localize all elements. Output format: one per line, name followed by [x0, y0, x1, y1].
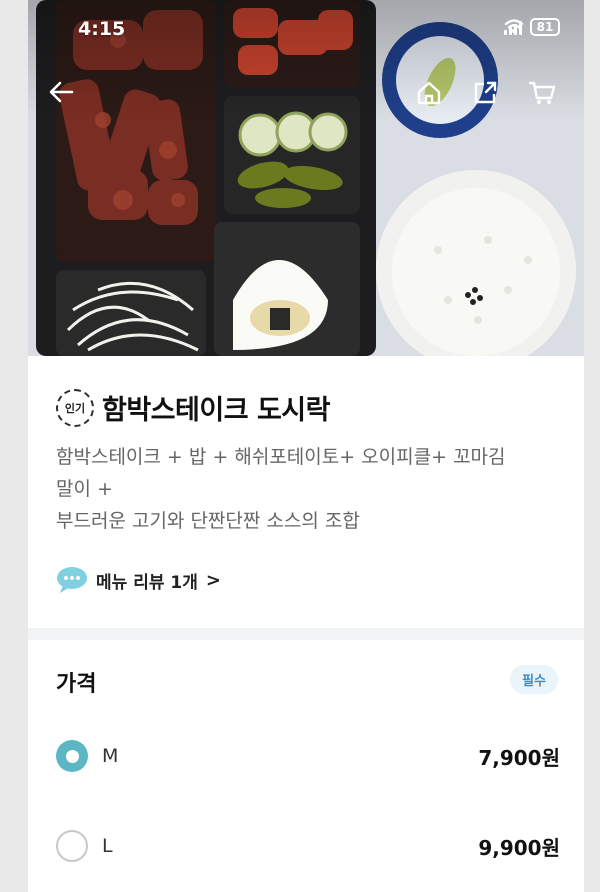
popular-badge: 인기: [56, 388, 94, 427]
chevron-right-icon: >: [205, 569, 221, 591]
speech-bubble-icon: [57, 567, 87, 593]
back-button[interactable]: [48, 80, 82, 114]
section-divider: [28, 628, 584, 640]
share-icon: [474, 81, 497, 104]
description-line: 함박스테이크 + 밥 + 해쉬포테이토+ 오이피클+ 꼬마김: [56, 446, 506, 468]
lunchbox-illustration: [28, 0, 584, 356]
description-line: 말이 +: [56, 478, 113, 500]
radio-button-unselected[interactable]: [56, 830, 88, 862]
option-name: L: [102, 835, 113, 857]
menu-review-label: 메뉴 리뷰 1개: [96, 572, 198, 593]
option-name: M: [102, 745, 119, 767]
radio-button-selected[interactable]: [56, 740, 88, 772]
home-icon: [417, 81, 441, 105]
size-option-l[interactable]: L 9,900원: [56, 826, 560, 866]
option-price: 7,900원: [478, 745, 560, 770]
app-frame: 4:15 81 인기 함박스테이크 도시락 함박스테이크 + 밥 + 해쉬포테이…: [28, 0, 584, 892]
cart-icon: [528, 81, 556, 104]
home-button[interactable]: [416, 80, 450, 114]
cart-button[interactable]: [528, 80, 562, 114]
status-indicators: 81: [504, 18, 560, 36]
product-photo: 4:15 81: [28, 0, 584, 356]
menu-review-link[interactable]: 메뉴 리뷰 1개 >: [56, 566, 221, 594]
required-badge: 필수: [510, 665, 558, 694]
price-section-title: 가격: [56, 672, 97, 697]
arrow-left-icon: [49, 81, 74, 103]
battery-indicator: 81: [530, 18, 560, 36]
size-option-m[interactable]: M 7,900원: [56, 736, 560, 776]
share-button[interactable]: [472, 80, 506, 114]
status-time: 4:15: [78, 18, 126, 40]
product-title: 함박스테이크 도시락: [102, 395, 330, 426]
wifi-icon: [504, 19, 524, 33]
product-description: 함박스테이크 + 밥 + 해쉬포테이토+ 오이피클+ 꼬마김 말이 + 부드러운…: [56, 441, 556, 537]
product-title-row: 인기 함박스테이크 도시락: [56, 388, 330, 427]
description-line: 부드러운 고기와 단짠단짠 소스의 조합: [56, 510, 360, 532]
option-price: 9,900원: [478, 835, 560, 860]
